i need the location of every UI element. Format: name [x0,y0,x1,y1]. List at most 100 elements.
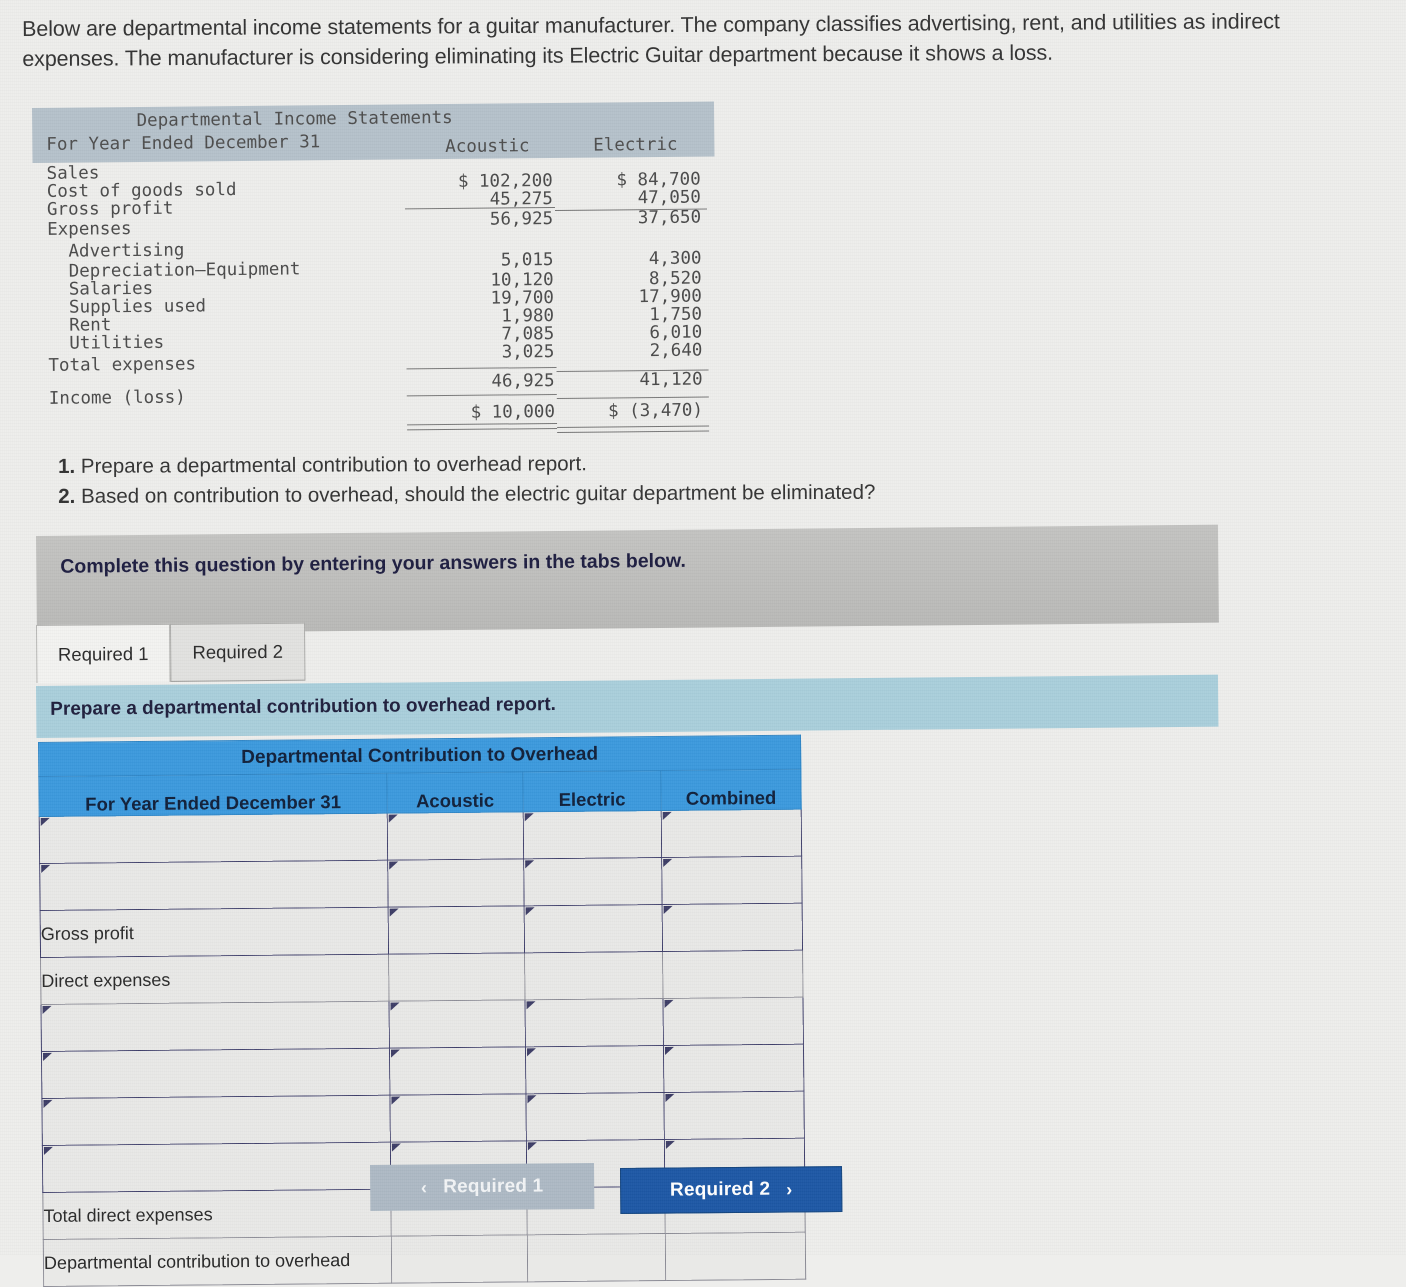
chevron-down-icon [526,1048,537,1057]
chevron-down-icon [42,1052,53,1061]
chevron-down-icon [390,1002,400,1011]
cell-electric[interactable] [525,1092,665,1141]
cell-electric[interactable] [525,1045,664,1094]
row-value-acoustic: $ 10,000 [470,401,556,423]
cell-electric[interactable] [524,904,663,953]
row-label-select[interactable] [41,1048,390,1099]
row-label-select[interactable] [39,813,388,864]
cell-acoustic[interactable] [387,858,525,908]
income-statement-row: Income (loss) $ 10,000 $ (3,470) [35,382,717,423]
cell-combined[interactable] [665,1232,806,1281]
row-label-select[interactable] [39,860,389,911]
cell-combined[interactable] [661,856,803,905]
cell-electric[interactable] [524,951,663,1000]
double-rule-acoustic [407,422,558,431]
tab-required-1-label: Required 1 [57,642,149,665]
row-label-gross-profit: Gross profit [40,907,389,958]
previous-required-1-button[interactable]: ‹ Required 1 [370,1163,595,1211]
chevron-down-icon [524,813,534,822]
row-label-direct-expenses: Direct expenses [40,954,390,1005]
chevron-down-icon [389,861,399,870]
table-row: Departmental contribution to overhead [43,1232,806,1287]
chevron-down-icon [664,999,674,1008]
requirements-list: 1. Prepare a departmental contribution t… [58,447,1058,511]
cell-electric[interactable] [523,810,662,859]
next-button-label: Required 2 [669,1178,771,1201]
answer-header-period: For Year Ended December 31 [38,773,388,817]
row-label: Advertising [47,240,185,262]
cell-electric[interactable] [527,1233,666,1282]
chevron-right-icon: › [786,1178,793,1200]
chevron-down-icon [663,858,673,868]
chevron-down-icon [41,864,51,873]
cell-acoustic[interactable] [389,1046,526,1096]
chevron-left-icon: ‹ [420,1177,428,1198]
instruction-banner-text: Complete this question by entering your … [60,549,686,578]
task-banner: Prepare a departmental contribution to o… [36,674,1219,738]
requirement-item-2: 2. Based on contribution to overhead, sh… [58,476,1058,511]
tab-required-2-label: Required 2 [192,640,284,663]
chevron-down-icon [525,860,535,869]
chevron-down-icon [388,814,398,823]
cell-acoustic[interactable] [388,905,525,955]
cell-electric[interactable] [524,998,664,1047]
cell-combined[interactable] [662,903,803,952]
row-label-select[interactable] [42,1142,391,1193]
row-label: Total expenses [48,354,197,376]
chevron-down-icon [391,1096,401,1105]
table-row [41,997,804,1052]
table-row [41,1091,805,1146]
chevron-down-icon [40,817,50,826]
income-statement-col-electric: Electric [593,134,678,156]
chevron-down-icon [390,1049,401,1058]
table-row [39,809,802,864]
table-row [39,856,803,911]
cell-electric[interactable] [523,857,663,906]
chevron-down-icon [43,1099,53,1108]
row-label: Utilities [48,332,165,354]
row-label-select[interactable] [41,1095,391,1146]
chevron-down-icon [389,908,399,917]
departmental-income-statements: Departmental Income Statements For Year … [32,101,717,438]
next-required-2-button[interactable]: Required 2 › [620,1166,843,1214]
cell-acoustic[interactable] [388,952,525,1002]
row-label-departmental-contribution: Departmental contribution to overhead [43,1236,392,1287]
chevron-down-icon [42,1005,52,1014]
cell-acoustic[interactable] [389,999,526,1049]
cell-acoustic[interactable] [389,1093,527,1143]
chevron-down-icon [665,1093,675,1102]
cell-acoustic[interactable] [391,1234,528,1284]
answer-header-combined: Combined [660,769,802,811]
answer-header-acoustic: Acoustic [386,771,524,814]
income-statement-col-acoustic: Acoustic [445,136,530,158]
chevron-down-icon [662,811,672,821]
table-row: Gross profit [40,903,803,958]
task-banner-text: Prepare a departmental contribution to o… [50,694,557,720]
cell-acoustic[interactable] [387,811,524,861]
tab-required-1[interactable]: Required 1 [36,623,171,683]
row-label-total-direct-expenses: Total direct expenses [42,1189,392,1240]
cell-combined[interactable] [663,1091,805,1140]
cell-combined[interactable] [662,997,804,1046]
chevron-down-icon [526,1001,536,1010]
income-statement-subtitle: For Year Ended December 31 [46,132,321,155]
cell-combined[interactable] [662,950,803,999]
row-label-select[interactable] [41,1001,390,1052]
cell-combined[interactable] [663,1044,804,1093]
row-label: Income (loss) [48,387,186,409]
income-statement-row: Total expenses 46,925 41,120 [34,349,716,391]
answer-header-electric: Electric [522,770,662,812]
chevron-down-icon [527,1142,537,1151]
chevron-down-icon [391,1143,401,1152]
double-rule-electric [557,425,710,433]
requirement-1-text: Prepare a departmental contribution to o… [80,452,587,478]
requirement-1-number: 1. [58,454,76,478]
row-label: Expenses [47,219,132,240]
chevron-down-icon [664,1046,675,1055]
table-row [41,1044,804,1099]
chevron-down-icon [527,1095,537,1104]
previous-button-label: Required 1 [443,1175,544,1198]
cell-combined[interactable] [661,809,802,858]
tab-required-2[interactable]: Required 2 [169,622,306,682]
row-value-electric: $ (3,470) [608,400,704,422]
